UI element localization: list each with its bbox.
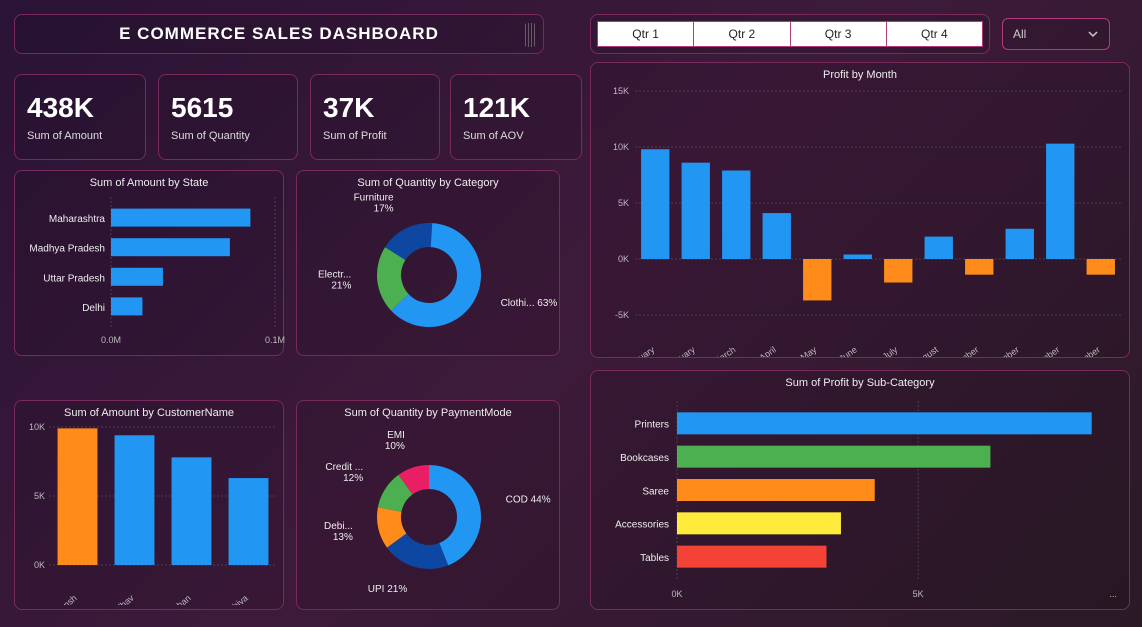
quarter-button-3[interactable]: Qtr 3 <box>791 21 887 47</box>
quarter-selector: Qtr 1Qtr 2Qtr 3Qtr 4 <box>590 14 990 54</box>
kpi-value: 121K <box>463 92 569 124</box>
quarter-button-4[interactable]: Qtr 4 <box>887 21 983 47</box>
kpi-label: Sum of AOV <box>463 130 569 142</box>
svg-text:Tables: Tables <box>640 553 669 564</box>
svg-text:Harivansh: Harivansh <box>41 593 78 605</box>
svg-text:Delhi: Delhi <box>82 303 105 314</box>
kpi-label: Sum of Amount <box>27 130 133 142</box>
kpi-value: 37K <box>323 92 427 124</box>
kpi-value: 5615 <box>171 92 285 124</box>
svg-text:Credit ...: Credit ... <box>325 462 363 473</box>
svg-text:January: January <box>624 344 656 357</box>
svg-text:5K: 5K <box>618 198 629 208</box>
kpi-card-2: 37K Sum of Profit <box>310 74 440 160</box>
chart-quantity-by-paymentmode: Sum of Quantity by PaymentMode COD 44% UPI… <box>296 400 560 610</box>
svg-text:21%: 21% <box>331 280 351 291</box>
grip-icon <box>525 23 535 47</box>
kpi-card-3: 121K Sum of AOV <box>450 74 582 160</box>
chart-title: Sum of Quantity by Category <box>297 171 559 191</box>
kpi-label: Sum of Quantity <box>171 130 285 142</box>
svg-text:October: October <box>989 344 1021 357</box>
svg-text:10%: 10% <box>385 441 405 452</box>
chart-title: Sum of Amount by State <box>15 171 283 191</box>
svg-text:13%: 13% <box>333 532 353 543</box>
filter-dropdown-all[interactable]: All <box>1002 18 1110 50</box>
svg-text:-5K: -5K <box>615 310 629 320</box>
chart-amount-by-customer: Sum of Amount by CustomerName 0K 5K 10K Hari… <box>14 400 284 610</box>
dropdown-label: All <box>1013 27 1026 41</box>
svg-text:...: ... <box>1109 589 1117 599</box>
quarter-button-2[interactable]: Qtr 2 <box>694 21 790 47</box>
kpi-value: 438K <box>27 92 133 124</box>
svg-text:August: August <box>911 344 940 357</box>
svg-text:Electr...: Electr... <box>318 269 351 280</box>
chart-quantity-by-category: Sum of Quantity by Category Clothi... 63%… <box>296 170 560 356</box>
dashboard-title-panel: E COMMERCE SALES DASHBOARD <box>14 14 544 54</box>
svg-text:5K: 5K <box>34 491 45 501</box>
svg-text:December: December <box>1062 344 1102 357</box>
chart-profit-by-subcategory: Sum of Profit by Sub-Category 0K 5K... Prin… <box>590 370 1130 610</box>
quarter-button-1[interactable]: Qtr 1 <box>597 21 694 47</box>
svg-text:Madhya Pradesh: Madhya Pradesh <box>29 244 105 255</box>
svg-text:September: September <box>939 344 981 357</box>
svg-text:February: February <box>662 344 698 357</box>
svg-text:November: November <box>1022 344 1062 357</box>
svg-text:10K: 10K <box>613 142 629 152</box>
svg-text:12%: 12% <box>343 473 363 484</box>
svg-text:Maharashtra: Maharashtra <box>49 214 106 225</box>
dashboard-title: E COMMERCE SALES DASHBOARD <box>119 24 439 44</box>
svg-text:0K: 0K <box>618 254 629 264</box>
svg-text:10K: 10K <box>29 422 45 432</box>
svg-text:Debi...: Debi... <box>324 521 353 532</box>
svg-text:Uttar Pradesh: Uttar Pradesh <box>43 273 105 284</box>
svg-text:0.1M: 0.1M <box>265 335 285 345</box>
svg-text:Saree: Saree <box>642 486 669 497</box>
svg-text:0K: 0K <box>671 589 682 599</box>
chart-amount-by-state: Sum of Amount by State 0.0M 0.1M Maharashtr… <box>14 170 284 356</box>
chevron-down-icon <box>1087 28 1099 40</box>
svg-text:17%: 17% <box>374 204 394 215</box>
kpi-card-1: 5615 Sum of Quantity <box>158 74 298 160</box>
chart-title: Sum of Amount by CustomerName <box>15 401 283 421</box>
svg-text:Accessories: Accessories <box>615 520 669 531</box>
svg-text:EMI: EMI <box>387 430 405 441</box>
svg-text:Furniture: Furniture <box>354 193 394 204</box>
svg-text:UPI 21%: UPI 21% <box>368 584 408 595</box>
svg-text:0K: 0K <box>34 560 45 570</box>
svg-text:May: May <box>799 344 819 357</box>
svg-text:Clothi... 63%: Clothi... 63% <box>501 298 558 309</box>
chart-title: Profit by Month <box>591 63 1129 83</box>
svg-text:Madan Mohan: Madan Mohan <box>142 593 193 605</box>
chart-title: Sum of Quantity by PaymentMode <box>297 401 559 421</box>
kpi-card-0: 438K Sum of Amount <box>14 74 146 160</box>
svg-text:Madhav: Madhav <box>105 593 136 605</box>
svg-text:Shiva: Shiva <box>226 593 250 605</box>
svg-text:March: March <box>711 344 737 357</box>
svg-text:June: June <box>837 344 859 357</box>
chart-profit-by-month: Profit by Month -5K 0K 5K 10K 15K January Febru… <box>590 62 1130 358</box>
svg-text:Bookcases: Bookcases <box>620 453 669 464</box>
svg-text:COD 44%: COD 44% <box>506 494 551 505</box>
svg-text:July: July <box>881 344 900 357</box>
svg-text:5K: 5K <box>913 589 924 599</box>
svg-text:0.0M: 0.0M <box>101 335 121 345</box>
svg-text:April: April <box>757 344 777 357</box>
svg-text:15K: 15K <box>613 86 629 96</box>
svg-text:Printers: Printers <box>635 420 669 431</box>
kpi-label: Sum of Profit <box>323 130 427 142</box>
chart-title: Sum of Profit by Sub-Category <box>591 371 1129 391</box>
